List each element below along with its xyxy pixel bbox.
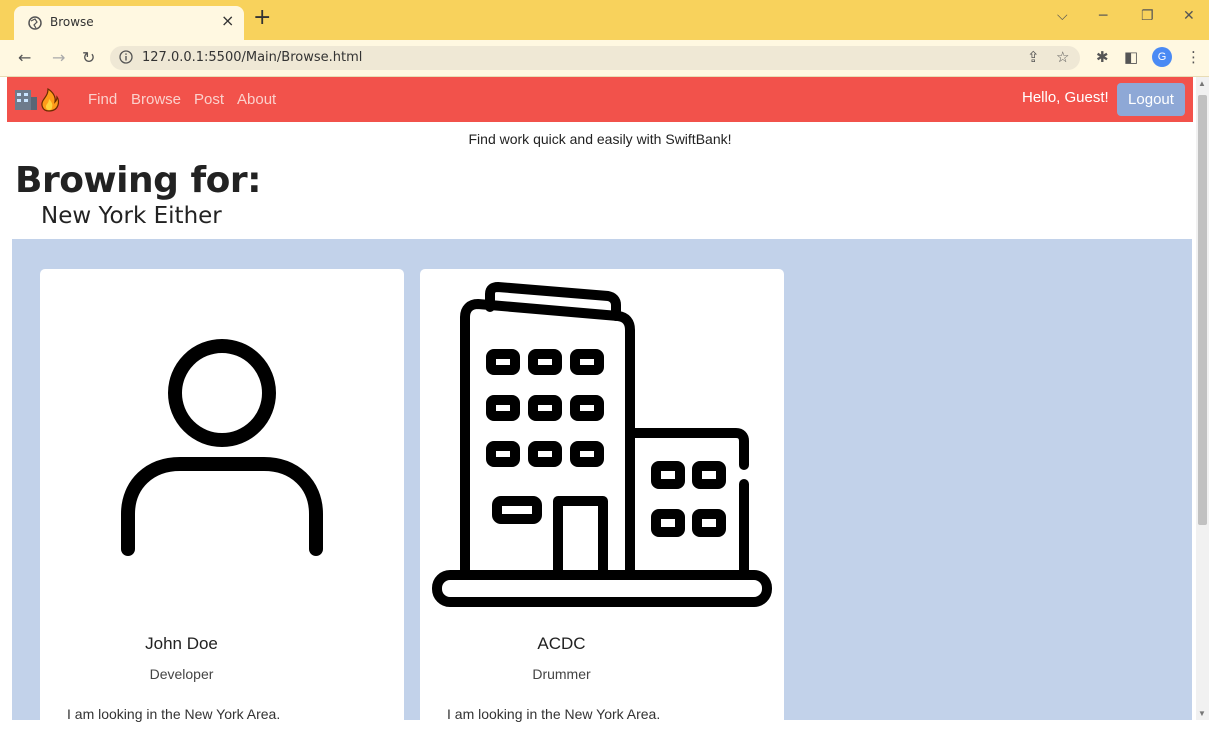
tab-search-icon[interactable]: ⌵	[1057, 8, 1068, 24]
star-icon[interactable]: ☆	[1056, 48, 1069, 66]
results-container: John Doe Developer I am looking in the N…	[12, 239, 1192, 739]
side-panel-icon[interactable]: ◧	[1124, 48, 1138, 66]
browser-tabstrip: Browse × + ⌵ ─ ❐ ✕	[0, 0, 1209, 40]
extensions-icon[interactable]: ✱	[1096, 48, 1109, 66]
building-icon	[432, 282, 772, 607]
info-icon[interactable]	[119, 50, 133, 64]
new-tab-button[interactable]: +	[253, 6, 271, 30]
brand-logo[interactable]	[13, 87, 65, 113]
scroll-up-icon[interactable]: ▲	[1198, 79, 1206, 88]
location-subtitle: New York Either	[41, 203, 222, 229]
site-navbar: Find Browse Post About Hello, Guest! Log…	[7, 77, 1193, 122]
restore-icon[interactable]: ❐	[1141, 8, 1154, 24]
url-text[interactable]: 127.0.0.1:5500/Main/Browse.html	[142, 50, 362, 65]
card-name: ACDC	[537, 634, 586, 653]
card-role: Developer	[149, 666, 214, 682]
tagline: Find work quick and easily with SwiftBan…	[468, 131, 732, 147]
reload-icon[interactable]: ↻	[82, 48, 95, 67]
building-emoji	[15, 90, 37, 110]
minimize-icon[interactable]: ─	[1099, 8, 1107, 24]
person-icon	[121, 339, 323, 556]
nav-link-browse[interactable]: Browse	[131, 91, 181, 108]
nav-link-about[interactable]: About	[237, 91, 276, 108]
user-greeting: Hello, Guest!	[1022, 89, 1109, 106]
profile-avatar[interactable]: G	[1152, 47, 1172, 67]
profile-card[interactable]: ACDC Drummer I am looking in the New Yor…	[420, 269, 784, 739]
card-name: John Doe	[145, 634, 218, 653]
profile-card[interactable]: John Doe Developer I am looking in the N…	[40, 269, 404, 739]
logout-button[interactable]: Logout	[1117, 83, 1185, 116]
nav-link-find[interactable]: Find	[88, 91, 117, 108]
address-bar[interactable]: 127.0.0.1:5500/Main/Browse.html	[110, 46, 1080, 70]
tab-close-icon[interactable]: ×	[221, 11, 234, 30]
browser-toolbar: ← → ↻ 127.0.0.1:5500/Main/Browse.html ⇪ …	[0, 40, 1209, 77]
page-title: Browing for:	[15, 160, 262, 201]
scroll-down-icon[interactable]: ▼	[1198, 709, 1206, 718]
scrollbar-thumb[interactable]	[1198, 95, 1207, 525]
forward-icon[interactable]: →	[52, 48, 65, 67]
window-close-icon[interactable]: ✕	[1183, 8, 1195, 24]
fire-emoji	[41, 87, 60, 112]
globe-icon	[28, 16, 42, 30]
tab-title: Browse	[50, 15, 94, 29]
page-scrollbar[interactable]: ▲ ▼	[1196, 77, 1209, 720]
share-icon[interactable]: ⇪	[1027, 48, 1040, 66]
back-icon[interactable]: ←	[18, 48, 31, 67]
menu-icon[interactable]: ⋮	[1186, 48, 1201, 66]
card-role: Drummer	[532, 666, 591, 682]
nav-link-post[interactable]: Post	[194, 91, 224, 108]
browser-tab[interactable]: Browse ×	[14, 6, 244, 40]
